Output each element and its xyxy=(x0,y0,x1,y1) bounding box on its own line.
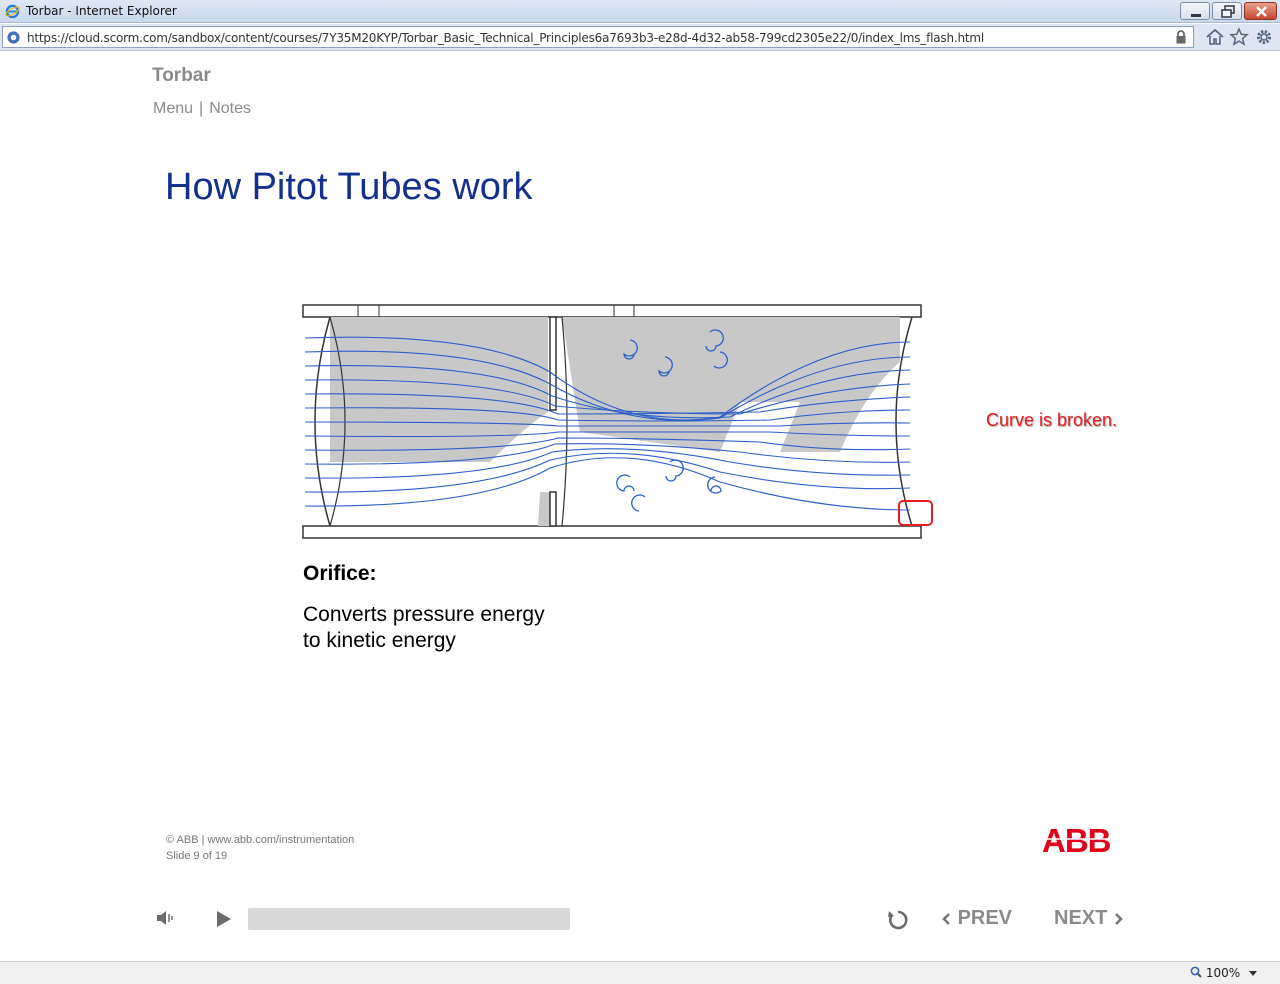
prev-button[interactable]: PREV xyxy=(940,907,1012,930)
playback-progress-bar[interactable] xyxy=(248,908,570,930)
prev-label: PREV xyxy=(957,907,1013,929)
restore-button[interactable] xyxy=(1212,2,1242,20)
course-title: Torbar xyxy=(152,65,211,86)
minimize-icon xyxy=(1191,14,1201,17)
footer-copyright: © ABB | www.abb.com/instrumentation xyxy=(166,834,355,846)
review-annotation: Curve is broken. xyxy=(986,410,1118,430)
internet-explorer-icon xyxy=(5,4,20,19)
close-button[interactable] xyxy=(1244,2,1277,20)
chevron-down-icon[interactable] xyxy=(1249,971,1257,976)
url-text: https://cloud.scorm.com/sandbox/content/… xyxy=(27,31,985,45)
slide-title: How Pitot Tubes work xyxy=(165,166,533,208)
minimize-button[interactable] xyxy=(1180,2,1210,20)
nav-separator: | xyxy=(199,100,204,117)
favorites-star-icon[interactable] xyxy=(1229,27,1249,47)
home-icon[interactable] xyxy=(1205,27,1225,47)
restore-icon xyxy=(1221,5,1235,18)
settings-gear-icon[interactable] xyxy=(1254,27,1274,47)
orifice-line-2: to kinetic energy xyxy=(303,629,456,652)
address-bar: https://cloud.scorm.com/sandbox/content/… xyxy=(0,24,1280,51)
orifice-description: Converts pressure energy to kinetic ener… xyxy=(303,602,603,654)
site-favicon-icon xyxy=(7,31,20,44)
abb-logo: ABB xyxy=(1042,823,1114,855)
zoom-control[interactable]: 100% xyxy=(1190,966,1240,980)
window-title: Torbar - Internet Explorer xyxy=(26,4,177,18)
close-icon xyxy=(1256,6,1267,17)
zoom-magnifier-icon xyxy=(1190,966,1202,978)
url-field[interactable]: https://cloud.scorm.com/sandbox/content/… xyxy=(2,26,1194,48)
chevron-left-icon xyxy=(942,912,950,925)
zoom-level: 100% xyxy=(1205,966,1241,980)
window-titlebar: Torbar - Internet Explorer xyxy=(0,0,1280,23)
status-bar: 100% xyxy=(0,961,1280,984)
lock-icon[interactable] xyxy=(1175,30,1187,45)
orifice-flow-diagram xyxy=(302,304,933,539)
replay-icon[interactable] xyxy=(886,908,910,932)
top-nav: Menu | Notes xyxy=(153,100,251,118)
slide-counter: Slide 9 of 19 xyxy=(166,850,228,862)
orifice-label: Orifice: xyxy=(303,562,377,585)
play-icon[interactable] xyxy=(216,910,232,928)
volume-icon[interactable] xyxy=(156,908,176,928)
next-button[interactable]: NEXT xyxy=(1054,907,1125,930)
menu-link[interactable]: Menu xyxy=(153,100,193,117)
notes-link[interactable]: Notes xyxy=(209,100,251,117)
chevron-right-icon xyxy=(1114,912,1123,925)
orifice-line-1: Converts pressure energy xyxy=(303,603,545,626)
next-label: NEXT xyxy=(1054,907,1108,929)
